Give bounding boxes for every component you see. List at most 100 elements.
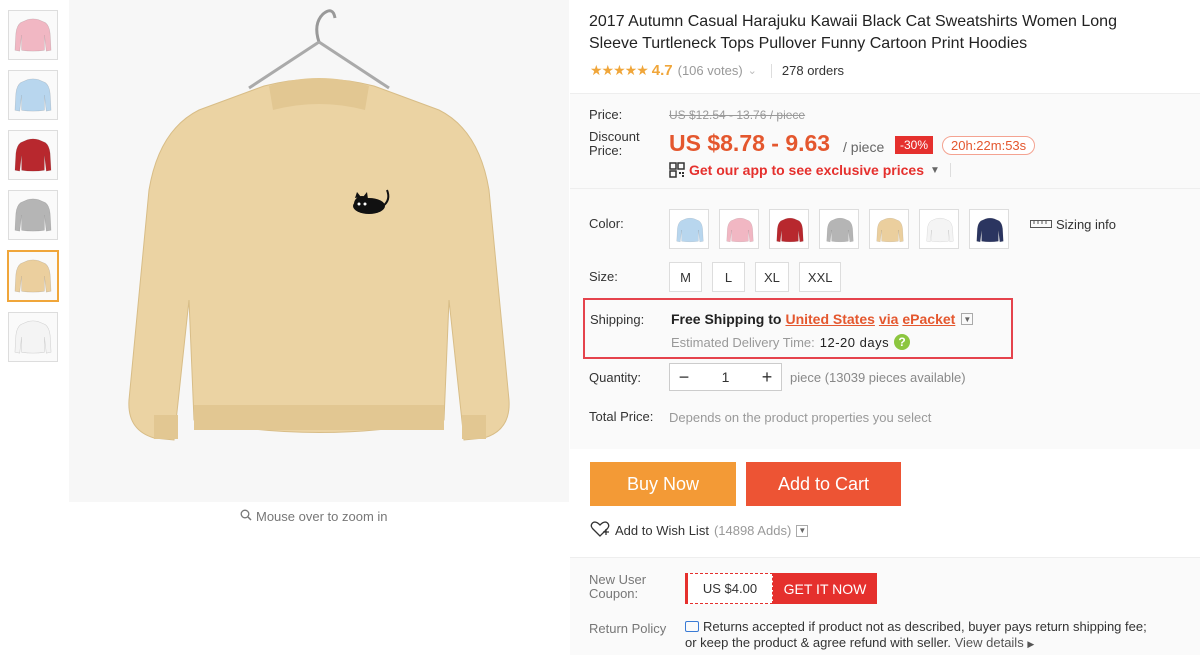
swatch-image <box>876 217 904 243</box>
app-promo-text: Get our app to see exclusive prices <box>689 162 924 178</box>
options-section: Color: Sizing info Size: M L XL XXL Shippin… <box>570 189 1200 449</box>
coupon-label: New User Coupon: <box>589 573 646 601</box>
caret-right-icon: ▶ <box>1027 639 1035 649</box>
thumbnail[interactable] <box>8 70 58 120</box>
add-to-wishlist[interactable]: Add to Wish List (14898 Adds) ▼ <box>590 521 809 540</box>
chevron-down-icon[interactable]: ⌄ <box>748 64 757 77</box>
color-swatch[interactable] <box>919 209 959 249</box>
delivery-label: Estimated Delivery Time: <box>671 334 815 350</box>
shipping-prefix: Free Shipping to <box>671 311 782 327</box>
chevron-down-icon[interactable]: ▼ <box>961 313 974 325</box>
decrease-button[interactable]: − <box>670 364 698 390</box>
shipping-method-link[interactable]: ePacket <box>902 311 955 327</box>
shipping-via: via <box>878 311 899 327</box>
thumbnail-image <box>14 138 52 172</box>
thumbnail[interactable] <box>8 190 58 240</box>
coupon-amount: US $4.00 <box>685 573 773 604</box>
shipping-info: Free Shipping to United States via ePack… <box>671 311 974 327</box>
votes-link[interactable]: (106 votes) <box>678 63 743 78</box>
size-option[interactable]: XXL <box>798 262 842 292</box>
countdown-timer: 20h:22m:53s <box>942 136 1036 155</box>
help-icon[interactable]: ? <box>894 334 911 350</box>
swatch-image <box>776 217 804 243</box>
get-coupon-button[interactable]: GET IT NOW <box>773 573 877 604</box>
sizing-info-link[interactable]: Sizing info <box>1030 217 1116 232</box>
size-option[interactable]: M <box>669 262 702 292</box>
swatch-image <box>826 217 854 243</box>
app-promo-link[interactable]: Get our app to see exclusive prices ▼ <box>669 162 951 178</box>
quantity-stepper: − 1 + <box>669 363 782 391</box>
swatch-image <box>676 217 704 243</box>
thumbnail-image <box>14 78 52 112</box>
color-swatch[interactable] <box>669 209 709 249</box>
thumbnail[interactable] <box>8 312 58 362</box>
thumbnail[interactable] <box>8 130 58 180</box>
color-swatch[interactable] <box>969 209 1009 249</box>
quantity-input[interactable]: 1 <box>698 369 753 385</box>
coupon-label-line1: New User <box>589 572 647 587</box>
color-swatch[interactable] <box>719 209 759 249</box>
quantity-available: piece (13039 pieces available) <box>790 370 966 385</box>
sweatshirt-image <box>128 9 510 441</box>
color-swatches <box>669 209 1009 249</box>
wishlist-count: (14898 Adds) <box>713 523 792 538</box>
color-swatch[interactable] <box>769 209 809 249</box>
color-swatch[interactable] <box>869 209 909 249</box>
return-policy-text: Returns accepted if product not as descr… <box>685 619 1185 652</box>
delivery-days: 12-20 days <box>819 334 890 350</box>
size-options: M L XL XXL <box>669 262 842 292</box>
size-option[interactable]: XL <box>755 262 789 292</box>
buy-now-button[interactable]: Buy Now <box>590 462 736 506</box>
thumbnail[interactable] <box>7 250 59 302</box>
product-info-panel: 2017 Autumn Casual Harajuku Kawaii Black… <box>570 0 1200 655</box>
color-label: Color: <box>589 216 624 231</box>
caret-down-icon: ▼ <box>930 164 940 176</box>
divider <box>770 63 772 78</box>
product-title: 2017 Autumn Casual Harajuku Kawaii Black… <box>589 13 1117 52</box>
per-piece: / piece <box>843 139 885 155</box>
shipping-label: Shipping: <box>590 312 645 327</box>
divider <box>949 163 951 177</box>
shipping-country-link[interactable]: United States <box>785 311 874 327</box>
size-option[interactable]: L <box>712 262 745 292</box>
orders-count: 278 orders <box>781 63 845 78</box>
thumbnail[interactable] <box>8 10 58 60</box>
total-price-label: Total Price: <box>589 409 654 424</box>
price-label: Price: <box>589 107 623 122</box>
zoom-hint: Mouse over to zoom in <box>240 509 388 524</box>
swatch-image <box>926 217 954 243</box>
original-price: US $12.54 - 13.76 / piece <box>669 108 806 122</box>
view-details-link[interactable]: View details ▶ <box>955 635 1035 650</box>
heart-icon <box>590 521 610 540</box>
price-section: Price: US $12.54 - 13.76 / piece Discoun… <box>570 93 1200 189</box>
delivery-time: Estimated Delivery Time: 12-20 days ? <box>671 334 911 350</box>
thumbnail-image <box>14 198 52 232</box>
add-to-cart-button[interactable]: Add to Cart <box>746 462 901 506</box>
color-swatch[interactable] <box>819 209 859 249</box>
ruler-icon <box>1030 217 1052 232</box>
thumbnail-image <box>14 259 52 293</box>
size-label: Size: <box>589 269 618 284</box>
return-policy-line2: or keep the product & agree refund with … <box>685 635 951 650</box>
swatch-image <box>726 217 754 243</box>
increase-button[interactable]: + <box>753 364 781 390</box>
rating-row: ★★★★★ 4.7 (106 votes) ⌄ 278 orders <box>590 62 844 79</box>
star-rating-icon: ★★★★★ <box>590 62 649 78</box>
qr-code-icon <box>669 162 685 178</box>
chevron-down-icon[interactable]: ▼ <box>796 524 809 537</box>
total-price-note: Depends on the product properties you se… <box>669 410 932 425</box>
swatch-image <box>976 217 1004 243</box>
shipping-highlight: Shipping: Free Shipping to United States… <box>583 298 1013 359</box>
main-product-image[interactable] <box>69 0 569 502</box>
coupon: US $4.00 GET IT NOW <box>685 573 877 604</box>
wishlist-text: Add to Wish List <box>615 523 709 538</box>
return-policy-icon <box>685 621 699 632</box>
zoom-hint-text: Mouse over to zoom in <box>256 509 388 524</box>
thumbnail-image <box>14 320 52 354</box>
discount-label-line1: Discount <box>589 129 640 144</box>
coupon-label-line2: Coupon: <box>589 586 639 601</box>
quantity-label: Quantity: <box>589 370 642 385</box>
discount-label-line2: Price: <box>589 143 623 158</box>
thumbnail-list <box>7 10 62 372</box>
return-policy-label: Return Policy <box>589 621 667 636</box>
